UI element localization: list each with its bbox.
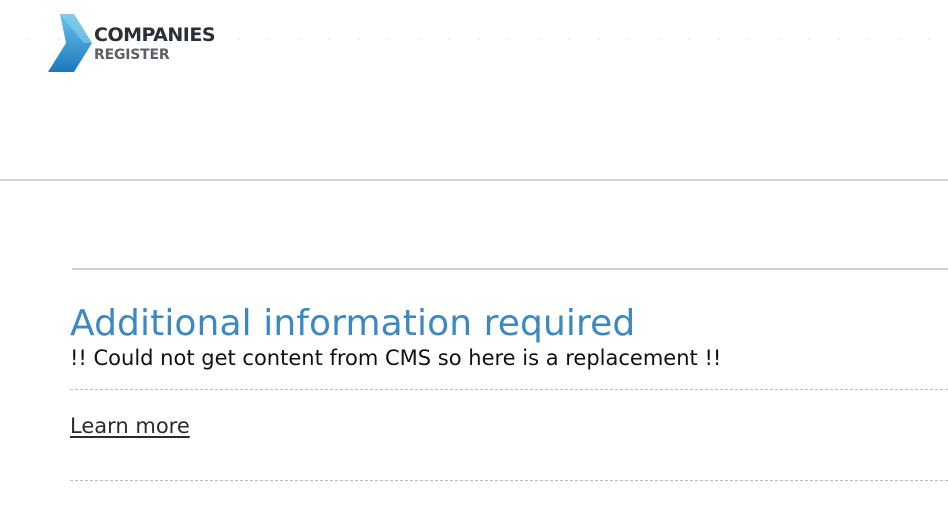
page: COMPANIES REGISTER Additional informatio… — [0, 0, 948, 514]
replacement-message: !! Could not get content from CMS so her… — [70, 346, 722, 370]
dashed-divider-bottom — [70, 480, 948, 481]
companies-register-logo[interactable]: COMPANIES REGISTER — [48, 14, 216, 72]
logo-title: COMPANIES — [94, 24, 216, 46]
learn-more-link[interactable]: Learn more — [70, 414, 190, 438]
logo-subtitle: REGISTER — [94, 47, 170, 63]
page-title: Additional information required — [70, 303, 636, 344]
site-header: COMPANIES REGISTER — [0, 0, 948, 181]
main-content: Additional information required !! Could… — [70, 300, 948, 481]
logo-text: COMPANIES REGISTER — [94, 24, 216, 63]
chevron-logo-icon — [48, 14, 92, 72]
content-divider — [72, 268, 948, 270]
link-row: Learn more — [70, 390, 948, 480]
